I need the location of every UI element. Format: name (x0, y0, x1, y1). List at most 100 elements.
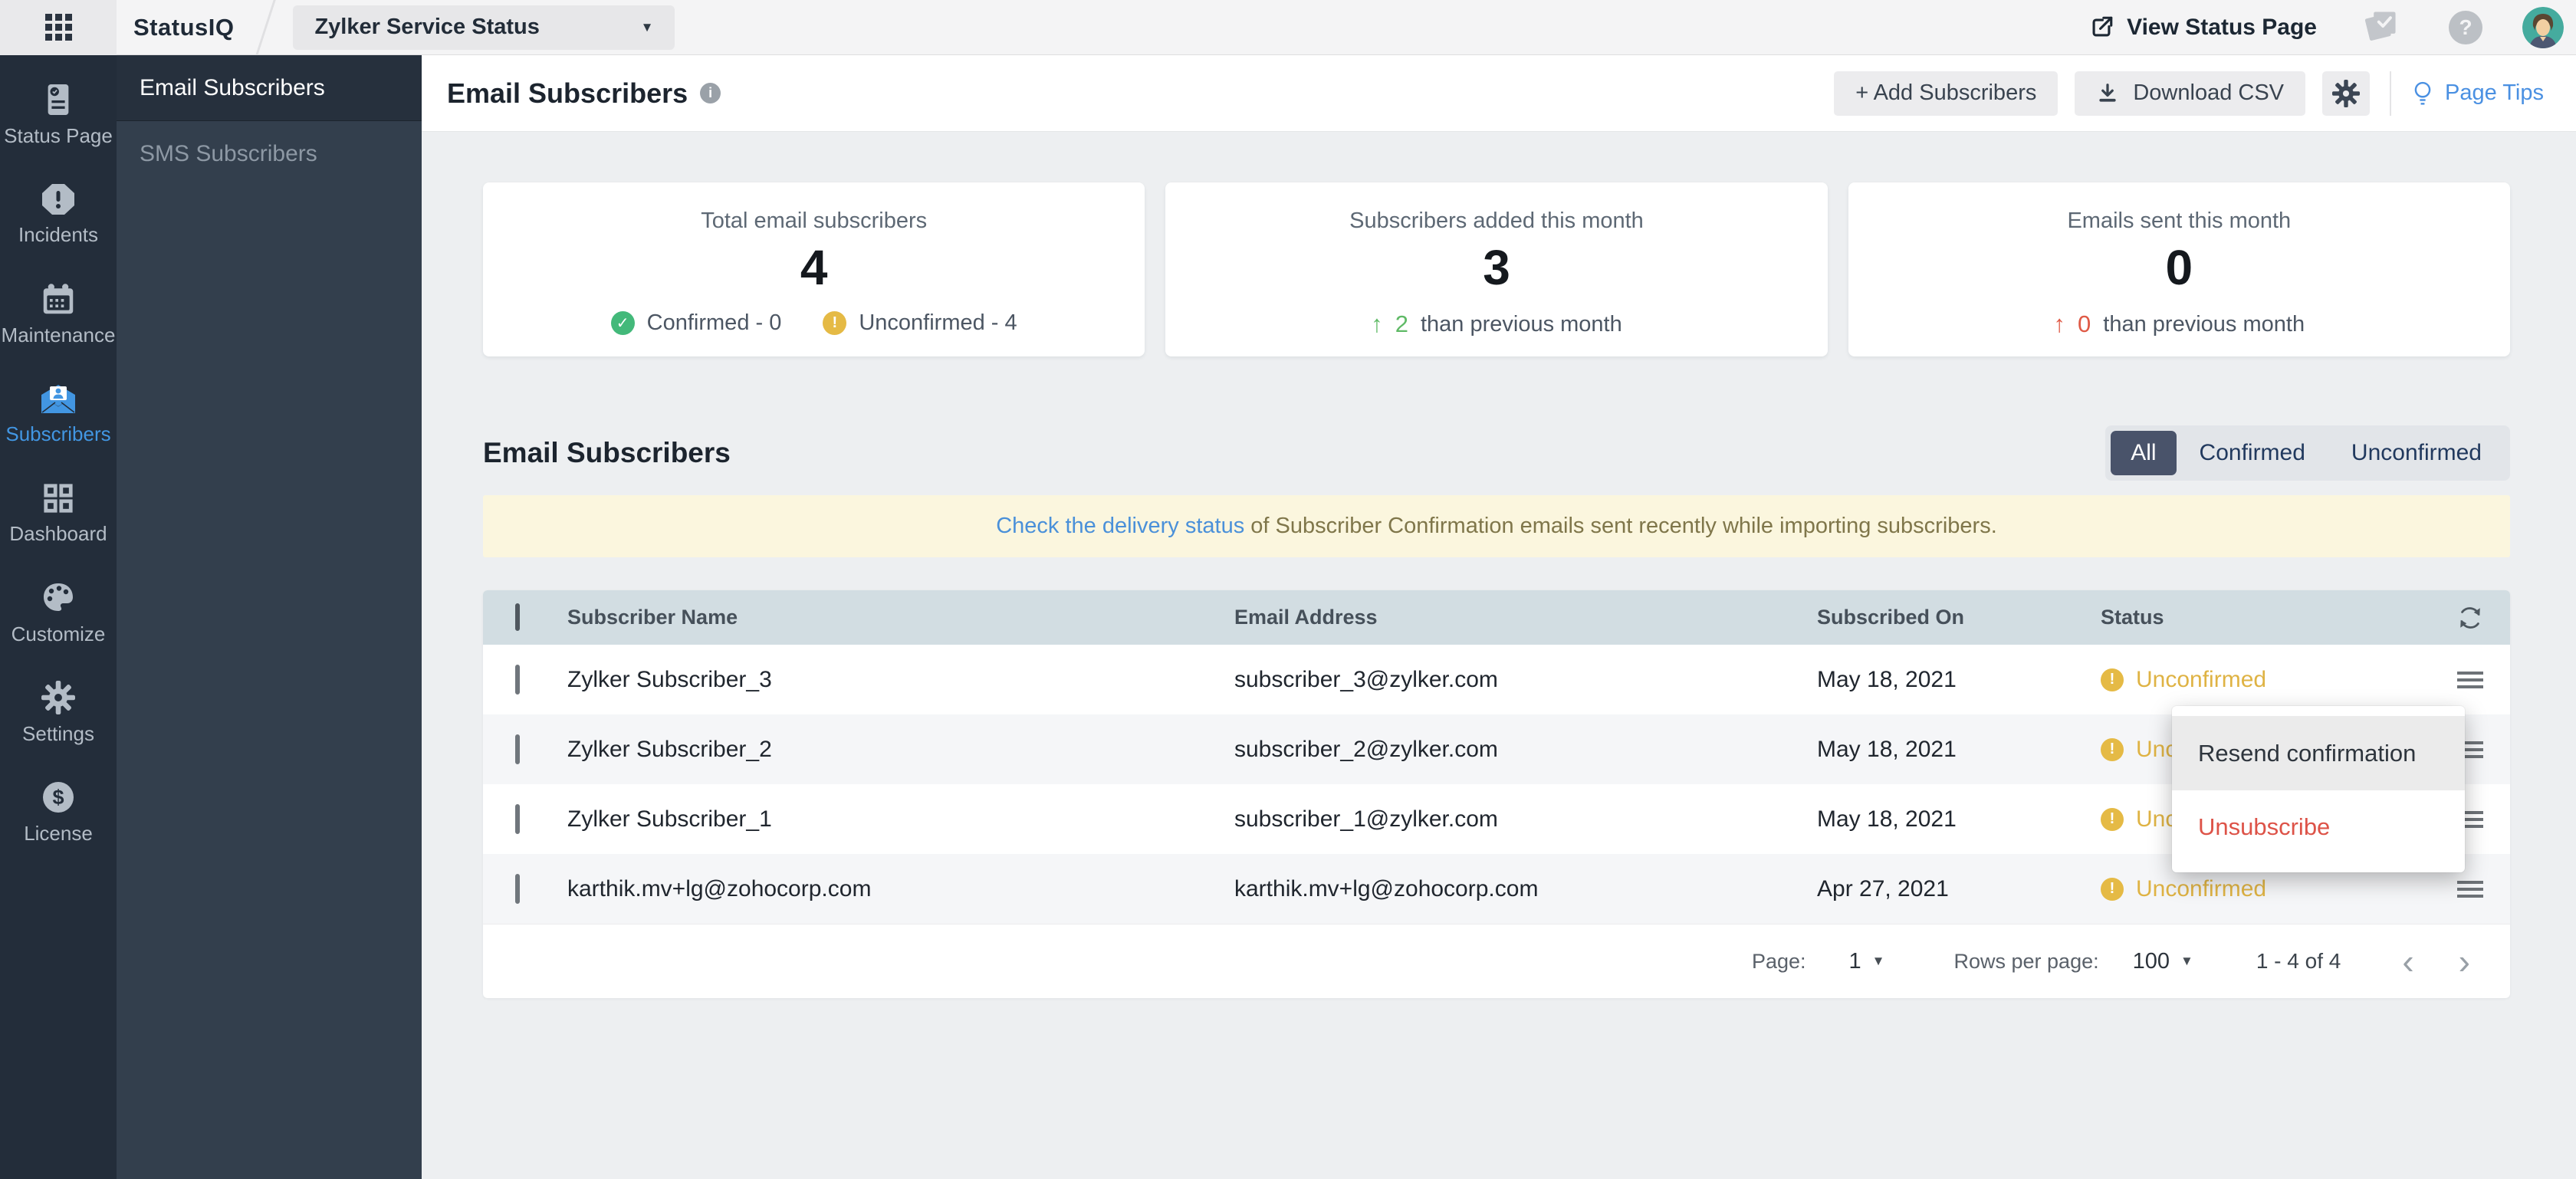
refresh-button[interactable] (2430, 605, 2510, 631)
rows-per-page-select[interactable]: 100▼ (2133, 949, 2193, 974)
status-page-icon (42, 83, 74, 117)
menu-item-label: Unsubscribe (2198, 813, 2330, 841)
page-tips-label: Page Tips (2445, 80, 2544, 106)
triangle-down-icon: ▼ (1872, 954, 1885, 968)
row-checkbox[interactable] (515, 734, 520, 764)
sidebar-item-subscribers[interactable]: Subscribers (0, 374, 117, 454)
table-row: Zylker Subscriber_3 subscriber_3@zylker.… (483, 645, 2510, 714)
exclamation-circle-icon: ! (2101, 878, 2124, 901)
row-actions-menu-icon[interactable] (2457, 668, 2483, 692)
view-status-page-label: View Status Page (2127, 15, 2317, 41)
subscriber-settings-button[interactable] (2322, 71, 2370, 116)
sidebar-item-label: Incidents (18, 223, 98, 247)
tab-label: All (2131, 440, 2156, 465)
subscriber-name: karthik.mv+lg@zohocorp.com (567, 876, 1234, 902)
customize-icon (41, 581, 75, 615)
sidebar-item-label: Subscribers (5, 422, 110, 446)
trend-suffix: than previous month (2103, 312, 2305, 337)
sidebar-item-incidents[interactable]: Incidents (0, 175, 117, 255)
main-content: Email Subscribers i + Add Subscribers (422, 55, 2576, 1179)
stat-card-footer: ✓ Confirmed - 0 ! Unconfirmed - 4 (483, 310, 1145, 336)
check-delivery-status-link[interactable]: Check the delivery status (996, 514, 1244, 538)
info-icon[interactable]: i (700, 83, 721, 103)
sidebar-rail: Status Page Incidents (0, 55, 117, 1179)
add-subscribers-button[interactable]: + Add Subscribers (1834, 71, 2058, 116)
avatar-image (2522, 7, 2564, 48)
exclamation-circle-icon: ! (2101, 668, 2124, 691)
download-csv-button[interactable]: Download CSV (2075, 71, 2305, 116)
tab-label: Unconfirmed (2351, 440, 2482, 465)
sidebar-item-settings[interactable]: Settings (0, 673, 117, 753)
sidebar-item-status-page[interactable]: Status Page (0, 75, 117, 155)
view-status-page-button[interactable]: View Status Page (2088, 15, 2317, 41)
sidebar-item-license[interactable]: $ License (0, 773, 117, 852)
banner-text: of Subscriber Confirmation emails sent r… (1244, 514, 1997, 538)
status-label: Unconfirmed (2136, 667, 2266, 693)
row-checkbox[interactable] (515, 874, 520, 904)
page-title: Email Subscribers (447, 77, 688, 110)
menu-item-resend-confirmation[interactable]: Resend confirmation (2172, 716, 2465, 790)
user-avatar[interactable] (2522, 7, 2564, 48)
tasks-checklist-icon (2363, 7, 2400, 44)
service-selector-dropdown[interactable]: Zylker Service Status ▼ (293, 5, 675, 50)
rows-per-page-label: Rows per page: (1954, 950, 2099, 974)
header-divider (2390, 71, 2391, 116)
tab-label: Confirmed (2200, 440, 2305, 465)
subscribed-date: May 18, 2021 (1817, 806, 2101, 833)
submenu-item-email-subscribers[interactable]: Email Subscribers (117, 55, 422, 121)
subscribed-date: May 18, 2021 (1817, 667, 2101, 693)
help-button[interactable]: ? (2449, 11, 2482, 44)
submenu-item-sms-subscribers[interactable]: SMS Subscribers (117, 121, 422, 187)
app-launcher-button[interactable] (0, 0, 117, 55)
next-page-button[interactable]: › (2459, 944, 2470, 979)
question-icon: ? (2459, 15, 2472, 40)
sidebar-item-customize[interactable]: Customize (0, 573, 117, 653)
subscriber-email: karthik.mv+lg@zohocorp.com (1234, 876, 1817, 902)
status-badge: ! Unconfirmed (2101, 876, 2430, 902)
sidebar-item-maintenance[interactable]: Maintenance (0, 274, 117, 354)
maintenance-icon (41, 282, 75, 316)
shell: Status Page Incidents (0, 55, 2576, 1179)
chevron-down-icon: ▼ (641, 20, 654, 35)
subscriber-email: subscriber_3@zylker.com (1234, 667, 1817, 693)
tab-confirmed[interactable]: Confirmed (2177, 431, 2328, 475)
subscribed-date: May 18, 2021 (1817, 737, 2101, 763)
column-status: Status (2101, 606, 2430, 629)
row-actions-menu-icon[interactable] (2457, 877, 2483, 901)
page-label: Page: (1752, 950, 1806, 974)
dashboard-icon (42, 482, 74, 514)
stat-card-footer: ↑ 2 than previous month (1165, 310, 1827, 338)
stat-card-title: Total email subscribers (483, 209, 1145, 234)
page-tips-button[interactable]: Page Tips (2411, 80, 2555, 107)
subscribed-date: Apr 27, 2021 (1817, 876, 2101, 902)
menu-item-unsubscribe[interactable]: Unsubscribe (2172, 790, 2465, 863)
rows-per-page-value: 100 (2133, 949, 2170, 974)
trend-up-icon: ↑ (2054, 310, 2066, 338)
submenu-item-label: SMS Subscribers (140, 141, 317, 167)
service-selector-value: Zylker Service Status (314, 15, 539, 40)
row-checkbox[interactable] (515, 665, 520, 695)
subscriber-name: Zylker Subscriber_3 (567, 667, 1234, 693)
page-select[interactable]: 1▼ (1849, 949, 1885, 974)
sidebar-item-dashboard[interactable]: Dashboard (0, 474, 117, 553)
check-circle-icon: ✓ (611, 311, 635, 335)
tab-unconfirmed[interactable]: Unconfirmed (2328, 431, 2505, 475)
license-dollar-icon: $ (41, 780, 75, 814)
select-all-checkbox[interactable] (515, 603, 520, 631)
tasks-checklist-button[interactable] (2363, 7, 2400, 48)
download-csv-label: Download CSV (2133, 80, 2284, 106)
previous-page-button[interactable]: ‹ (2402, 944, 2413, 979)
download-icon (2096, 82, 2119, 105)
waffle-icon (45, 14, 72, 41)
delivery-status-banner: Check the delivery status of Subscriber … (483, 495, 2510, 557)
unconfirmed-count-label: Unconfirmed - 4 (859, 310, 1017, 336)
status-badge: ! Unconfirmed (2101, 667, 2430, 693)
tab-all[interactable]: All (2111, 431, 2176, 475)
sidebar-item-label: Settings (22, 722, 94, 746)
external-link-icon (2088, 15, 2114, 41)
row-checkbox[interactable] (515, 804, 520, 834)
sidebar-item-label: Status Page (4, 124, 113, 148)
subscribers-icon (40, 383, 77, 415)
pagination-bar: Page: 1▼ Rows per page: 100▼ 1 - 4 of 4 … (483, 924, 2510, 998)
stat-card-emails-sent: Emails sent this month 0 ↑ 0 than previo… (1848, 182, 2510, 356)
